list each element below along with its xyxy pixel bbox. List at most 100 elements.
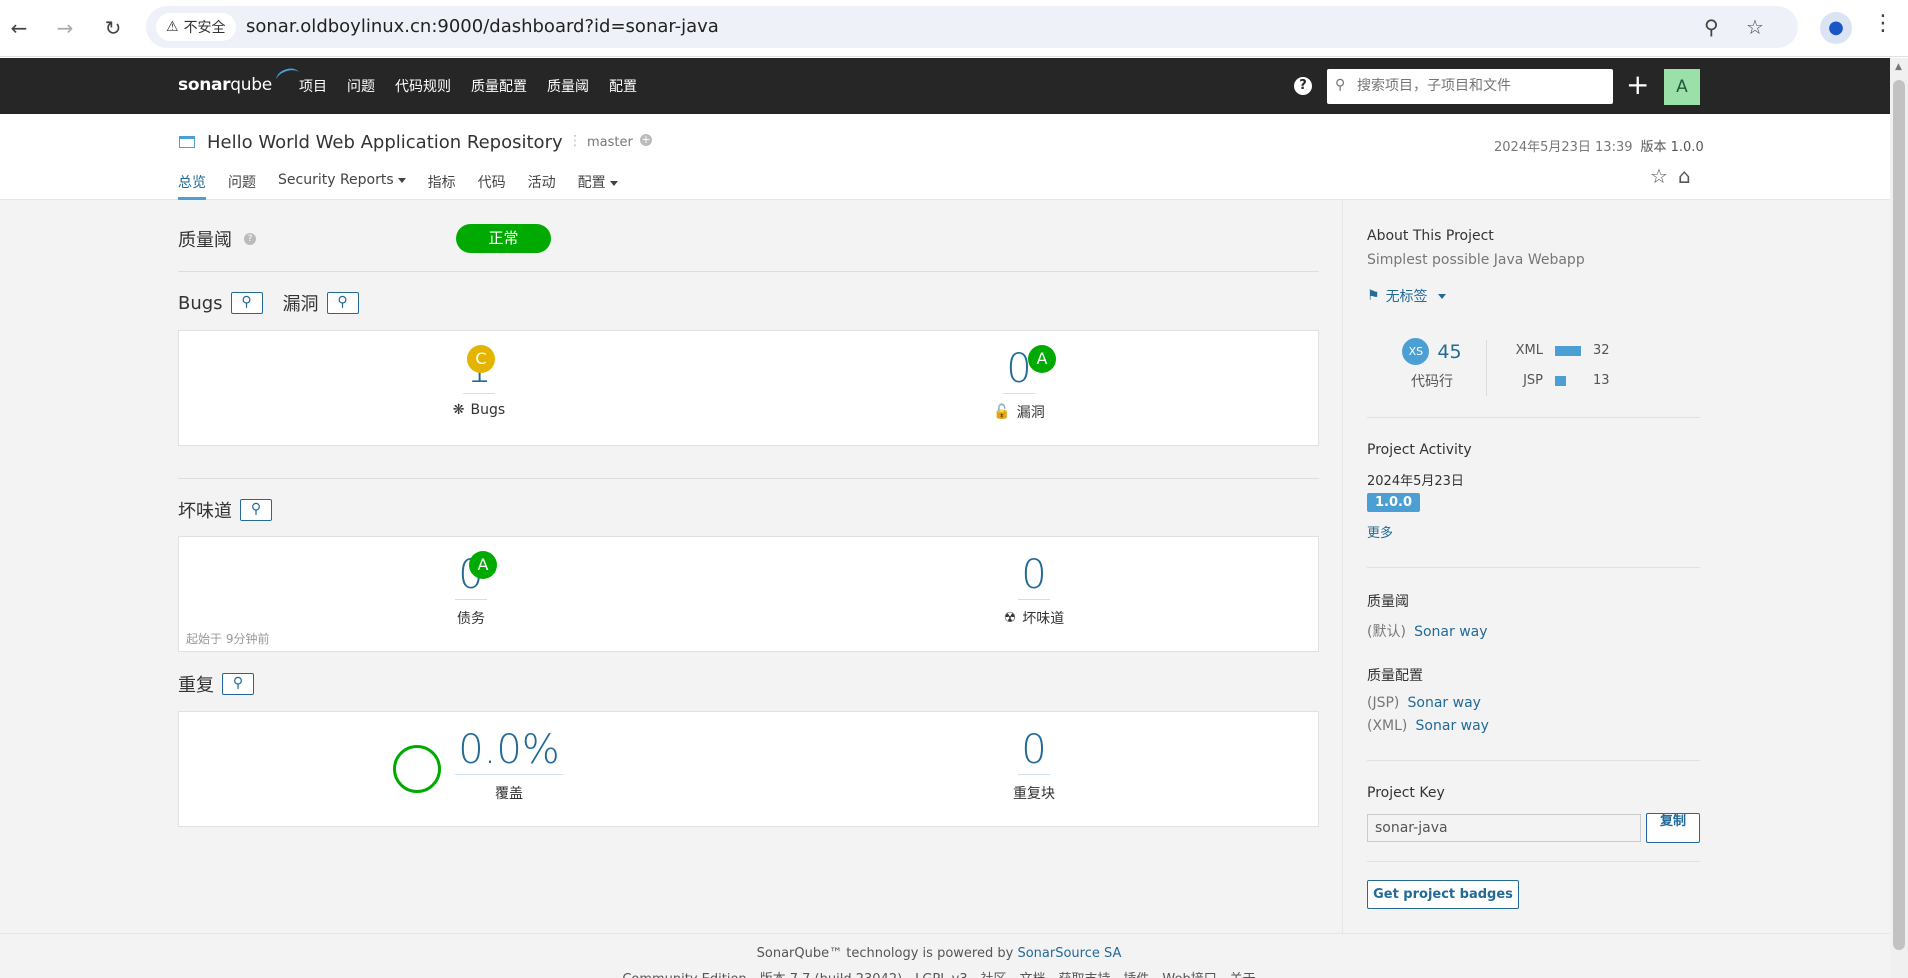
sonar-navbar: sonarqube 项目 问题 代码规则 质量配置 质量阈 配置 ? ⚲ + A	[0, 58, 1890, 114]
project-header: Hello World Web Application Repository ⋮…	[0, 114, 1890, 200]
divider	[1486, 340, 1487, 396]
reload-icon[interactable]: ↻	[98, 13, 128, 43]
language-count: 32	[1593, 343, 1610, 358]
project-name[interactable]: Hello World Web Application Repository	[207, 132, 563, 153]
dup-section-title: 重复 ⚲	[178, 671, 254, 697]
profile-icon[interactable]: ●	[1820, 12, 1852, 44]
vuln-drilldown-button[interactable]: ⚲	[326, 292, 359, 314]
loc-value[interactable]: 45	[1437, 341, 1461, 363]
divider	[1367, 861, 1700, 862]
chevron-down-icon	[397, 177, 406, 183]
tab-code[interactable]: 代码	[478, 172, 506, 200]
menu-quality-profiles[interactable]: 质量配置	[471, 76, 527, 96]
branch-add-icon[interactable]: +	[640, 134, 652, 146]
create-plus-icon[interactable]: +	[1626, 68, 1649, 102]
divider	[1367, 760, 1700, 761]
bugs-label-row: ❋ Bugs	[439, 402, 519, 418]
zoom-icon[interactable]: ⚲	[1704, 15, 1719, 39]
home-icon[interactable]: ⌂	[1678, 164, 1691, 188]
menu-quality-gates[interactable]: 质量阈	[547, 76, 589, 96]
vuln-label-row: 🔓 漏洞	[979, 402, 1059, 422]
page-scrollbar[interactable]: ▲	[1890, 58, 1908, 978]
tab-administration[interactable]: 配置	[578, 172, 618, 200]
bookmark-star-icon[interactable]: ☆	[1746, 15, 1764, 39]
menu-projects[interactable]: 项目	[299, 76, 327, 96]
size-rating: XS	[1402, 338, 1430, 365]
qg-sonar-way-link[interactable]: Sonar way	[1414, 624, 1487, 640]
bug-icon: ❋	[452, 402, 465, 418]
tab-issues[interactable]: 问题	[228, 172, 256, 200]
sonarsource-link[interactable]: SonarSource SA	[1017, 946, 1121, 961]
project-key-input[interactable]	[1367, 814, 1641, 842]
duplications-card: 0.0% 覆盖 0 重复块	[178, 711, 1319, 827]
footer-links[interactable]: Community Edition - 版本 7.7 (build 23042)…	[0, 968, 1878, 978]
debt-rating[interactable]: A	[469, 551, 497, 579]
tab-security-reports-label: Security Reports	[278, 172, 394, 188]
tab-administration-label: 配置	[577, 175, 606, 191]
quality-gate-status-badge: 正常	[456, 224, 551, 253]
logo-wave-icon	[274, 65, 302, 89]
scroll-up-icon[interactable]: ▲	[1895, 62, 1902, 72]
qp-jsp-link[interactable]: Sonar way	[1408, 695, 1481, 711]
coverage-donut[interactable]	[393, 745, 441, 793]
dup-measure[interactable]: 0 重复块	[979, 726, 1089, 803]
vuln-rating[interactable]: A	[1028, 345, 1056, 373]
loc-label: 代码行	[1411, 374, 1453, 390]
user-avatar[interactable]: A	[1664, 69, 1700, 105]
smells-measure[interactable]: 0 ☢ 坏味道	[979, 551, 1089, 628]
get-project-badges-button[interactable]: Get project badges	[1367, 880, 1519, 909]
qg-sidebar-title: 质量阈	[1367, 594, 1409, 610]
project-meta: 2024年5月23日 13:39 版本 1.0.0	[1494, 136, 1704, 155]
browser-menu-icon[interactable]: ⋮	[1872, 11, 1894, 36]
favorite-star-icon[interactable]: ☆	[1650, 164, 1668, 188]
quality-gate-section: 质量阈 (默认) Sonar way	[1367, 591, 1700, 641]
global-search[interactable]: ⚲	[1327, 69, 1613, 104]
address-bar[interactable]: ⚠ 不安全 sonar.oldboylinux.cn:9000/dashboar…	[146, 6, 1798, 48]
branch-name[interactable]: master	[587, 135, 633, 150]
coverage-value[interactable]: 0.0%	[455, 726, 563, 775]
smells-label-row: ☢ 坏味道	[979, 608, 1089, 628]
smells-drilldown-button[interactable]: ⚲	[240, 499, 272, 521]
copy-key-button[interactable]: 复制	[1646, 813, 1700, 843]
tab-overview[interactable]: 总览	[178, 172, 206, 200]
search-input[interactable]	[1357, 75, 1607, 97]
tab-measures[interactable]: 指标	[428, 172, 456, 200]
security-chip[interactable]: ⚠ 不安全	[156, 13, 236, 41]
tags-selector[interactable]: ⚑ 无标签	[1367, 286, 1700, 306]
menu-issues[interactable]: 问题	[347, 76, 375, 96]
menu-administration[interactable]: 配置	[609, 76, 637, 96]
tab-security-reports[interactable]: Security Reports	[278, 172, 406, 200]
project-key-title: Project Key	[1367, 785, 1445, 801]
menu-rules[interactable]: 代码规则	[395, 76, 451, 96]
chevron-down-icon	[1437, 293, 1446, 299]
language-row[interactable]: JSP 13	[1507, 373, 1609, 388]
leak-period-started: 起始于 9分钟前	[186, 632, 270, 646]
activity-more-link[interactable]: 更多	[1367, 522, 1700, 541]
divider	[1367, 417, 1700, 418]
help-icon[interactable]: ?	[244, 233, 256, 245]
url-text[interactable]: sonar.oldboylinux.cn:9000/dashboard?id=s…	[246, 16, 719, 37]
project-version: 版本 1.0.0	[1640, 140, 1704, 155]
forward-icon[interactable]: →	[50, 13, 80, 43]
smells-title: 坏味道	[178, 501, 232, 522]
chevron-down-icon	[609, 180, 618, 186]
coverage-measure[interactable]: 0.0% 覆盖	[454, 726, 564, 803]
smells-value[interactable]: 0	[1018, 551, 1050, 600]
dup-title: 重复	[178, 675, 214, 696]
quality-profiles-section: 质量配置 (JSP) Sonar way (XML) Sonar way	[1367, 665, 1700, 734]
bugs-drilldown-button[interactable]: ⚲	[230, 292, 263, 314]
dup-drilldown-button[interactable]: ⚲	[222, 673, 254, 695]
sonarqube-logo[interactable]: sonarqube	[178, 65, 302, 95]
divider	[178, 478, 1319, 479]
tab-activity[interactable]: 活动	[528, 172, 556, 200]
help-icon[interactable]: ?	[1294, 77, 1312, 95]
back-icon[interactable]: ←	[4, 13, 34, 43]
language-row[interactable]: XML 32	[1507, 343, 1610, 358]
language-bar	[1555, 375, 1566, 386]
bugs-rating[interactable]: C	[467, 345, 495, 373]
dup-value[interactable]: 0	[1018, 726, 1050, 775]
scrollbar-thumb[interactable]	[1893, 80, 1905, 950]
loc-row: XS 45	[1397, 338, 1467, 365]
qp-xml-link[interactable]: Sonar way	[1416, 718, 1489, 734]
coverage-label: 覆盖	[495, 786, 523, 802]
